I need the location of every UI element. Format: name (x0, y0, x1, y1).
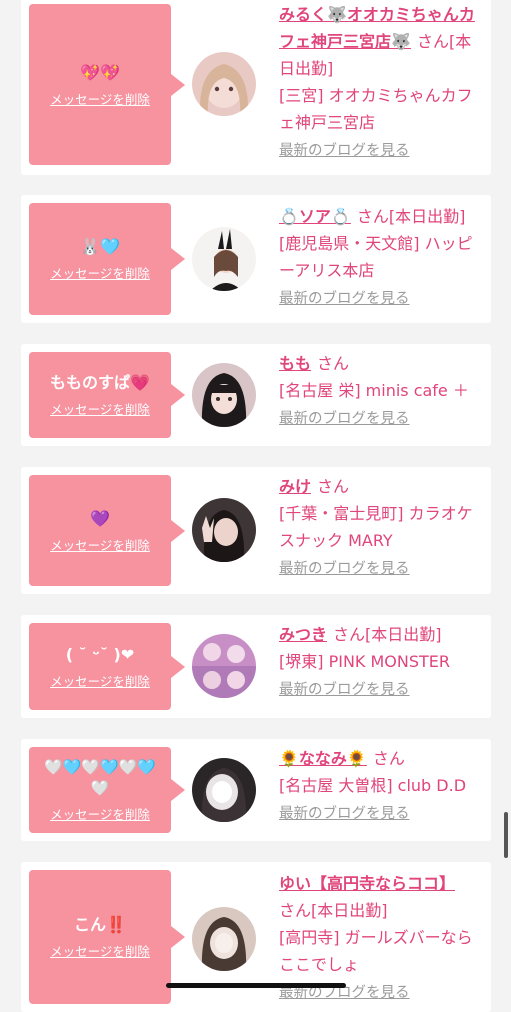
latest-blog-link[interactable]: 最新のブログを見る (279, 677, 410, 704)
shop-text: [堺東] PINK MONSTER (279, 652, 451, 671)
avatar[interactable] (192, 52, 256, 116)
message-card: こん‼️ メッセージを削除 ゆい【高円寺ならココ】 さん[本日出勤] [高円寺]… (21, 862, 491, 1012)
delete-message-link[interactable]: メッセージを削除 (50, 399, 150, 418)
girl-name-link[interactable]: 🌻ななみ🌻 (279, 749, 367, 768)
honorific: さん (372, 749, 405, 768)
honorific: さん (356, 207, 389, 226)
delete-message-link[interactable]: メッセージを削除 (50, 263, 150, 282)
message-text: ( ˘ ᵕ˘ )❤ (65, 644, 135, 664)
avatar[interactable] (192, 227, 256, 291)
delete-message-link[interactable]: メッセージを削除 (50, 804, 150, 823)
message-bubble: 🤍🩵🤍🩵🤍🩵🤍 メッセージを削除 (29, 747, 185, 833)
girl-name-link[interactable]: 💍ソア💍 (279, 207, 351, 226)
message-card: もものすぱ💗 メッセージを削除 もも さん [名古屋 栄] minis cafe … (21, 344, 491, 446)
girl-name-link[interactable]: もも (279, 354, 311, 373)
avatar[interactable] (192, 907, 256, 971)
card-info: 💍ソア💍 さん[本日出勤] [鹿児島県・天文館] ハッピーアリス本店 最新のブログ… (279, 203, 483, 313)
message-text: 🤍🩵🤍🩵🤍🩵🤍 (43, 758, 157, 797)
delete-message-link[interactable]: メッセージを削除 (50, 941, 150, 960)
message-card: 🤍🩵🤍🩵🤍🩵🤍 メッセージを削除 🌻ななみ🌻 さん [名古屋 大曽根] club … (21, 739, 491, 841)
message-card: 💖💖 メッセージを削除 みるく🐺オオカミちゃんカフェ神戸三宮店🐺 さん[本日出勤]… (21, 0, 491, 175)
latest-blog-link[interactable]: 最新のブログを見る (279, 801, 410, 828)
card-info: みけ さん [千葉・富士見町] カラオケスナック MARY 最新のブログを見る (279, 473, 483, 583)
honorific: さん (416, 32, 449, 51)
scrollbar[interactable] (504, 812, 508, 858)
message-text: 🐰🩵 (80, 237, 120, 256)
honorific: さん (333, 625, 366, 644)
latest-blog-link[interactable]: 最新のブログを見る (279, 406, 410, 433)
shop-text: [名古屋 栄] minis cafe ＋ (279, 381, 469, 400)
honorific: さん (317, 354, 350, 373)
latest-blog-link[interactable]: 最新のブログを見る (279, 286, 410, 313)
avatar[interactable] (192, 498, 256, 562)
shop-text: [鹿児島県・天文館] ハッピーアリス本店 (279, 234, 473, 280)
message-card: 🐰🩵 メッセージを削除 💍ソア💍 さん[本日出勤] [鹿児島県・天文館] ハッピー… (21, 195, 491, 323)
girl-name-link[interactable]: ゆい【高円寺ならココ】 (279, 874, 455, 893)
girl-name-link[interactable]: みつき (279, 625, 327, 644)
message-bubble: ( ˘ ᵕ˘ )❤ メッセージを削除 (29, 623, 185, 710)
latest-blog-link[interactable]: 最新のブログを見る (279, 138, 410, 165)
card-info: 🌻ななみ🌻 さん [名古屋 大曽根] club D.D 最新のブログを見る (279, 745, 483, 828)
avatar[interactable] (192, 363, 256, 427)
message-bubble: 💜 メッセージを削除 (29, 475, 185, 586)
card-info: みつき さん[本日出勤] [堺東] PINK MONSTER 最新のブログを見る (279, 621, 483, 704)
girl-name-link[interactable]: みけ (279, 477, 311, 496)
message-bubble: こん‼️ メッセージを削除 (29, 870, 185, 1004)
avatar[interactable] (192, 634, 256, 698)
card-info: みるく🐺オオカミちゃんカフェ神戸三宮店🐺 さん[本日出勤] [三宮] オオカミちゃ… (279, 1, 483, 165)
message-card: 💜 メッセージを削除 みけ さん [千葉・富士見町] カラオケスナック MARY … (21, 467, 491, 594)
message-bubble: 🐰🩵 メッセージを削除 (29, 203, 185, 315)
message-bubble: もものすぱ💗 メッセージを削除 (29, 352, 185, 438)
shop-text: [千葉・富士見町] カラオケスナック MARY (279, 504, 473, 550)
delete-message-link[interactable]: メッセージを削除 (50, 535, 150, 554)
shop-text: [高円寺] ガールズバーならここでしょ (279, 928, 473, 974)
message-text: 💜 (90, 508, 110, 528)
delete-message-link[interactable]: メッセージを削除 (50, 671, 150, 690)
card-info: もも さん [名古屋 栄] minis cafe ＋ 最新のブログを見る (279, 350, 483, 433)
status-text: [本日出勤] (365, 625, 442, 644)
latest-blog-link[interactable]: 最新のブログを見る (279, 556, 410, 583)
delete-message-link[interactable]: メッセージを削除 (50, 89, 150, 108)
honorific: さん (279, 901, 312, 920)
status-text: [本日出勤] (311, 901, 388, 920)
message-bubble: 💖💖 メッセージを削除 (29, 4, 185, 165)
home-indicator[interactable] (166, 983, 346, 988)
shop-text: [三宮] オオカミちゃんカフェ神戸三宮店 (279, 86, 473, 132)
message-text: こん‼️ (74, 915, 126, 934)
message-card: ( ˘ ᵕ˘ )❤ メッセージを削除 みつき さん[本日出勤] [堺東] PINK… (21, 615, 491, 718)
shop-text: [名古屋 大曽根] club D.D (279, 776, 467, 795)
status-text: [本日出勤] (388, 207, 466, 226)
message-text: 💖💖 (80, 62, 120, 82)
avatar[interactable] (192, 758, 256, 822)
honorific: さん (317, 477, 350, 496)
message-text: もものすぱ💗 (50, 373, 150, 392)
